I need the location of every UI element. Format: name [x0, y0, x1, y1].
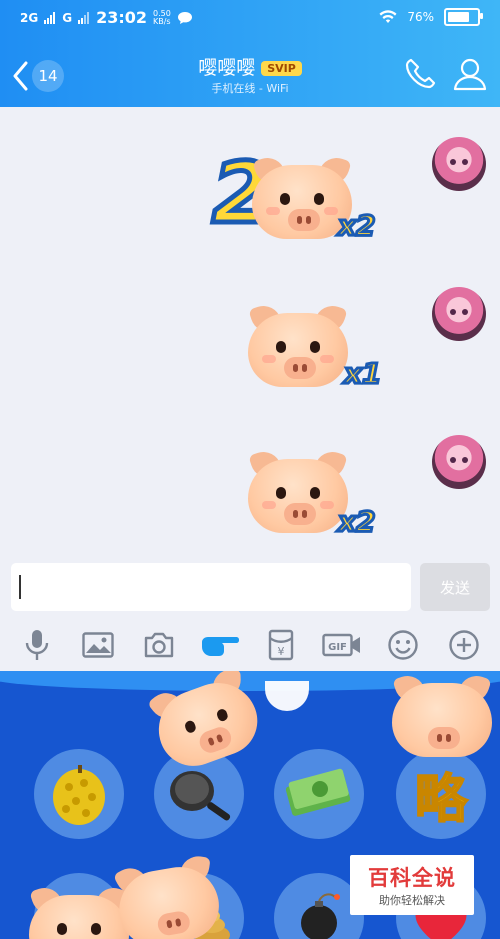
battery-percent: 76%: [407, 10, 434, 24]
battery-fill: [448, 12, 470, 22]
self-avatar[interactable]: [432, 137, 486, 191]
self-avatar[interactable]: [432, 435, 486, 489]
input-toolbar: ¥ GIF: [0, 619, 500, 671]
pig-sticker[interactable]: [252, 153, 352, 239]
voice-button[interactable]: [17, 625, 57, 665]
pig-snout: [284, 357, 316, 379]
phone-icon: [405, 58, 436, 89]
camera-button[interactable]: [139, 625, 179, 665]
plus-icon: [448, 630, 479, 660]
signal-bars-icon-2: [78, 11, 90, 24]
poke-icon: [201, 637, 239, 656]
pig-snout: [284, 503, 316, 525]
camera-icon: [144, 632, 173, 658]
text-caret: [19, 575, 21, 599]
pig-eye: [276, 487, 286, 499]
gif-icon: GIF: [321, 633, 360, 657]
pig-eye: [310, 341, 320, 353]
red-packet-button[interactable]: ¥: [261, 625, 301, 665]
more-button[interactable]: [444, 625, 484, 665]
wifi-icon: [379, 10, 397, 23]
red-packet-symbol: ¥: [277, 645, 284, 658]
chat-header: 2G G 23:02 0.50 KB/s 76% 14 嘤嘤嘤 SVIP 手机在线…: [0, 0, 500, 107]
lue-text: 略: [414, 769, 468, 831]
net-speed: 0.50 KB/s: [153, 9, 171, 26]
status-left: 2G G 23:02 0.50 KB/s: [20, 8, 193, 27]
pig-cheek: [324, 207, 338, 215]
emoji-button[interactable]: [383, 625, 423, 665]
sticker-pig-poop[interactable]: [112, 854, 244, 939]
pig-sticker[interactable]: [248, 447, 348, 533]
status-right: 76%: [379, 8, 483, 26]
profile-button[interactable]: [452, 56, 488, 92]
signal-bars-icon: [44, 11, 56, 24]
chat-bubble-icon: [177, 11, 192, 24]
pig-sticker: [29, 883, 129, 939]
pig-eye: [310, 487, 320, 499]
send-button[interactable]: 发送: [420, 563, 490, 611]
contact-name: 嘤嘤嘤: [198, 57, 256, 79]
message-input[interactable]: [11, 563, 411, 611]
red-packet-icon: ¥: [268, 629, 293, 661]
clock: 23:02: [96, 8, 147, 27]
self-avatar[interactable]: [432, 287, 486, 341]
gif-label: GIF: [328, 642, 347, 653]
pig-cheek: [266, 207, 280, 215]
watermark-subtitle: 助你轻松解决: [379, 894, 445, 907]
poke-button[interactable]: [200, 625, 240, 665]
sticker-multiplier: x1: [343, 356, 384, 392]
message-item: 2 x2: [0, 107, 500, 247]
message-item: x1: [0, 257, 500, 397]
pig-cheek: [262, 501, 276, 509]
status-bar: 2G G 23:02 0.50 KB/s 76%: [0, 0, 500, 36]
floating-pig-sticker: [392, 671, 492, 757]
image-icon: [81, 632, 114, 658]
message-list[interactable]: 2 x2 x1 x2: [0, 107, 500, 557]
pig-snout: [428, 727, 460, 749]
signal-g-label: G: [62, 10, 73, 25]
pig-cheek: [320, 355, 334, 363]
net-speed-unit: KB/s: [153, 16, 171, 26]
sticker-lue[interactable]: 略: [396, 749, 486, 839]
microphone-icon: [25, 630, 48, 660]
money-icon: [285, 768, 351, 816]
watermark-title: 百科全说: [368, 866, 456, 890]
pig-eye: [91, 923, 101, 935]
pig-eye: [276, 341, 286, 353]
watermark: 百科全说 助你轻松解决: [350, 855, 474, 915]
svip-badge: SVIP: [261, 61, 302, 76]
durian-icon: [53, 765, 105, 825]
pig-eye: [314, 193, 324, 205]
sticker-pig[interactable]: [29, 873, 129, 939]
pig-snout: [288, 209, 320, 231]
emoji-icon: [387, 630, 418, 660]
pig-sticker[interactable]: [248, 301, 348, 387]
sticker-multiplier: x2: [337, 504, 378, 540]
message-item: x2: [0, 405, 500, 545]
pig-eye: [57, 923, 67, 935]
gif-button[interactable]: GIF: [321, 625, 362, 665]
pig-eye: [280, 193, 290, 205]
photo-button[interactable]: [78, 625, 118, 665]
phone-call-button[interactable]: [402, 56, 438, 92]
signal-2g-label: 2G: [20, 10, 39, 25]
sticker-multiplier: x2: [337, 208, 378, 244]
sticker-money[interactable]: [274, 749, 364, 839]
composer: 发送: [0, 557, 500, 619]
pig-cheek: [320, 501, 334, 509]
pig-sticker: [112, 853, 225, 939]
panel-handle: [265, 681, 309, 711]
sticker-durian[interactable]: [34, 749, 124, 839]
battery-icon: [444, 8, 483, 26]
pig-cheek: [262, 355, 276, 363]
profile-icon: [453, 58, 487, 91]
